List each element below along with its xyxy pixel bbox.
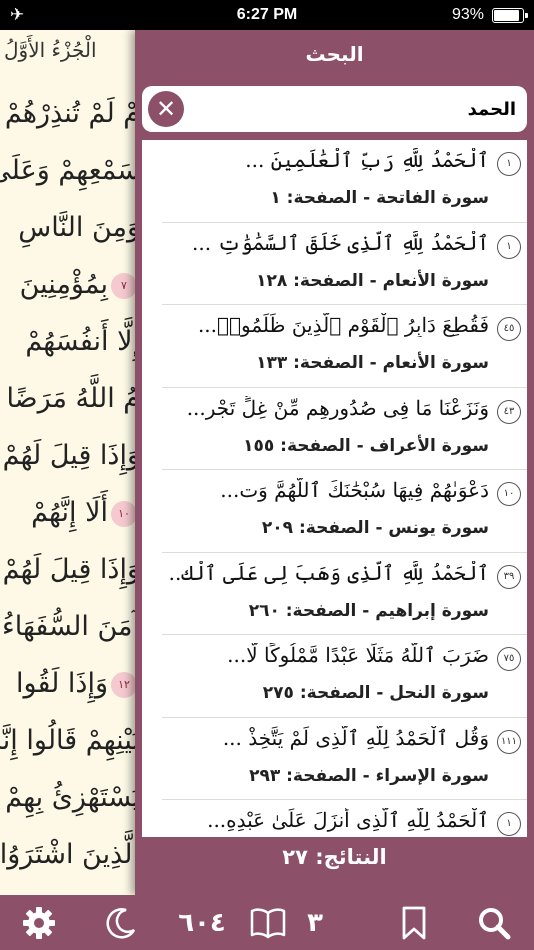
battery-percent: 93% [451,6,484,23]
quran-line: مُ اللَّهُ مَرَضًا [0,370,140,427]
result-surah-page: سورة الأنعام - الصفحة: ١٢٨ [256,270,489,291]
ayah-number-badge: ٤٥ [497,317,521,341]
page-number[interactable]: ٦٠٤ [172,895,232,950]
quran-line: بَيْنِهِمْ قَالُوا إِنَّا [0,712,140,769]
quran-line-text: بِمُؤْمِنِينَ [19,269,108,300]
quran-line-text: الَّذِينَ اشْتَرَوُا [0,839,140,870]
juz-number[interactable]: ٣ [300,895,330,950]
quran-line: ٧بِمُؤْمِنِينَ [0,256,139,313]
quran-line: ١٢وَإِذَا لَقُوا [0,655,139,712]
ayah-number-badge: ٧٥ [497,647,521,671]
quran-line: سَمْعِهِمْ وَعَلَىٰ [0,142,140,199]
result-surah-page: سورة إبراهيم - الصفحة: ٢٦٠ [248,600,489,621]
search-result[interactable]: ١ ٱلْحَمْدُ لِلَّهِ ٱلَّذِى أَنزَلَ عَلَى… [162,800,527,837]
ayah-marker: ٧ [111,272,137,299]
quran-line: ١٠أَلَا إِنَّهُمْ [0,484,139,541]
search-panel: البحث ✕ ١ ٱلْحَمْدُ لِلَّهِ رَبِّ ٱلْعَٰل… [135,30,534,895]
book-icon[interactable] [246,895,290,950]
search-result[interactable]: ٤٣ وَنَزَعْنَا مَا فِى صُدُورِهِم مِّنْ غ… [162,388,527,470]
ayah-number-badge: ١١١ [497,729,521,754]
status-bar: ✈ 6:27 PM 93% [0,0,534,30]
quran-line: مْ لَمْ تُنذِرْهُمْ [0,85,140,142]
result-ayah-text: وَنَزَعْنَا مَا فِى صُدُورِهِم مِّنْ غِل… [186,395,489,420]
search-result[interactable]: ٤٥ فَقُطِعَ دَابِرُ ٱلْقَوْمِ ٱلَّذِينَ ظ… [162,305,527,388]
search-result[interactable]: ١١١ وَقُلِ ٱلْحَمْدُ لِلَّهِ ٱلَّذِى لَمْ… [162,718,527,800]
result-ayah-text: ٱلْحَمْدُ لِلَّهِ ٱلَّذِى وَهَبَ لِى عَل… [170,560,489,585]
result-ayah-text: وَقُلِ ٱلْحَمْدُ لِلَّهِ ٱلَّذِى لَمْ يَ… [222,725,489,750]
results-count: النتائج: ٢٧ [282,845,387,869]
quran-line-text: سَمْعِهِمْ وَعَلَىٰ [0,155,140,186]
quran-line: يَسْتَهْزِئُ بِهِمْ [0,769,140,826]
ayah-number-badge: ٣٩ [497,564,521,589]
quran-line: وَمِنَ النَّاسِ [0,199,140,256]
search-input[interactable] [190,92,516,126]
result-ayah-text: ٱلْحَمْدُ لِلَّهِ ٱلَّذِى خَلَقَ ٱلسَّمَ… [192,230,489,255]
quran-line-text: يَسْتَهْزِئُ بِهِمْ [5,782,140,813]
search-result[interactable]: ١٠ دَعْوَىٰهُمْ فِيهَا سُبْحَٰنَكَ ٱللَّه… [162,470,527,553]
quran-line-text: بَيْنِهِمْ قَالُوا إِنَّا [0,725,140,756]
gear-icon[interactable] [14,895,64,950]
quran-line-text: آمَنَ السُّفَهَاءُ [2,611,140,642]
quran-line-text: وَإِذَا قِيلَ لَهُمْ [2,554,140,585]
result-surah-page: سورة الفاتحة - الصفحة: ١ [270,188,489,208]
quran-line-text: وَإِذَا قِيلَ لَهُمْ [2,440,140,471]
result-surah-page: سورة يونس - الصفحة: ٢٠٩ [261,518,489,538]
quran-line: وَإِذَا قِيلَ لَهُمْ [0,427,140,484]
search-result[interactable]: ٣٩ ٱلْحَمْدُ لِلَّهِ ٱلَّذِى وَهَبَ لِى ع… [162,553,527,635]
result-surah-page: سورة النحل - الصفحة: ٢٧٥ [262,683,489,703]
result-surah-page: سورة الأنعام - الصفحة: ١٣٣ [256,353,489,373]
ayah-number-badge: ١ [497,812,521,836]
close-icon[interactable]: ✕ [148,91,184,127]
quran-line-text: وَمِنَ النَّاسِ [18,212,140,243]
search-result[interactable]: ٧٥ ضَرَبَ ٱللَّهُ مَثَلًا عَبْدًا مَّمْلُ… [162,635,527,718]
results-list[interactable]: ١ ٱلْحَمْدُ لِلَّهِ رَبِّ ٱلْعَٰلَمِينَ .… [142,140,527,837]
result-ayah-text: ٱلْحَمْدُ لِلَّهِ ٱلَّذِى أَنزَلَ عَلَىٰ… [207,808,489,832]
moon-icon[interactable] [98,895,144,950]
battery-icon [492,8,528,23]
quran-page[interactable]: الْجُزْءُ الأَوَّلُ مْ لَمْ تُنذِرْهُمْ س… [0,30,140,895]
ayah-marker: ١٢ [111,671,137,698]
ayah-number-badge: ١ [497,152,521,176]
quran-line: الَّذِينَ اشْتَرَوُا [0,826,140,883]
result-ayah-text: ٱلْحَمْدُ لِلَّهِ رَبِّ ٱلْعَٰلَمِينَ ..… [245,148,489,172]
panel-title: البحث [305,42,364,66]
search-result[interactable]: ١ ٱلْحَمْدُ لِلَّهِ رَبِّ ٱلْعَٰلَمِينَ .… [162,140,527,223]
bookmark-icon[interactable] [392,895,436,950]
quran-lines: مْ لَمْ تُنذِرْهُمْ سَمْعِهِمْ وَعَلَىٰ وَ… [0,85,140,883]
bottom-toolbar: ٦٠٤ ٣ [0,895,534,950]
result-ayah-text: ضَرَبَ ٱللَّهُ مَثَلًا عَبْدًا مَّمْلُوك… [227,643,489,667]
ayah-number-badge: ٤٣ [497,399,521,424]
search-result[interactable]: ١ ٱلْحَمْدُ لِلَّهِ ٱلَّذِى خَلَقَ ٱلسَّم… [162,223,527,305]
quran-line: وَإِذَا قِيلَ لَهُمْ [0,541,140,598]
quran-line-text: وَإِذَا لَقُوا [16,668,108,699]
quran-line-text: مْ لَمْ تُنذِرْهُمْ [4,98,140,129]
result-ayah-text: دَعْوَىٰهُمْ فِيهَا سُبْحَٰنَكَ ٱللَّهُم… [220,478,489,502]
ayah-number-badge: ١ [497,234,521,259]
juz-label: الْجُزْءُ الأَوَّلُ [4,38,97,62]
result-ayah-text: فَقُطِعَ دَابِرُ ٱلْقَوْمِ ٱلَّذِينَ ظَل… [197,313,489,337]
battery-fill [494,10,519,21]
result-surah-page: سورة الإسراء - الصفحة: ٢٩٣ [249,765,489,786]
ayah-number-badge: ١٠ [497,482,521,506]
quran-line-text: أَلَا إِنَّهُمْ [31,497,108,528]
quran-line: آمَنَ السُّفَهَاءُ [0,598,140,655]
quran-line-text: مُ اللَّهُ مَرَضًا [6,383,140,414]
result-surah-page: سورة الأعراف - الصفحة: ١٥٥ [243,435,489,456]
search-box[interactable]: ✕ [142,86,527,132]
ayah-marker: ١٠ [111,500,137,527]
quran-line: إِلَّا أَنفُسَهُمْ [0,313,140,370]
quran-line-text: إِلَّا أَنفُسَهُمْ [25,326,140,357]
search-icon[interactable] [472,895,516,950]
